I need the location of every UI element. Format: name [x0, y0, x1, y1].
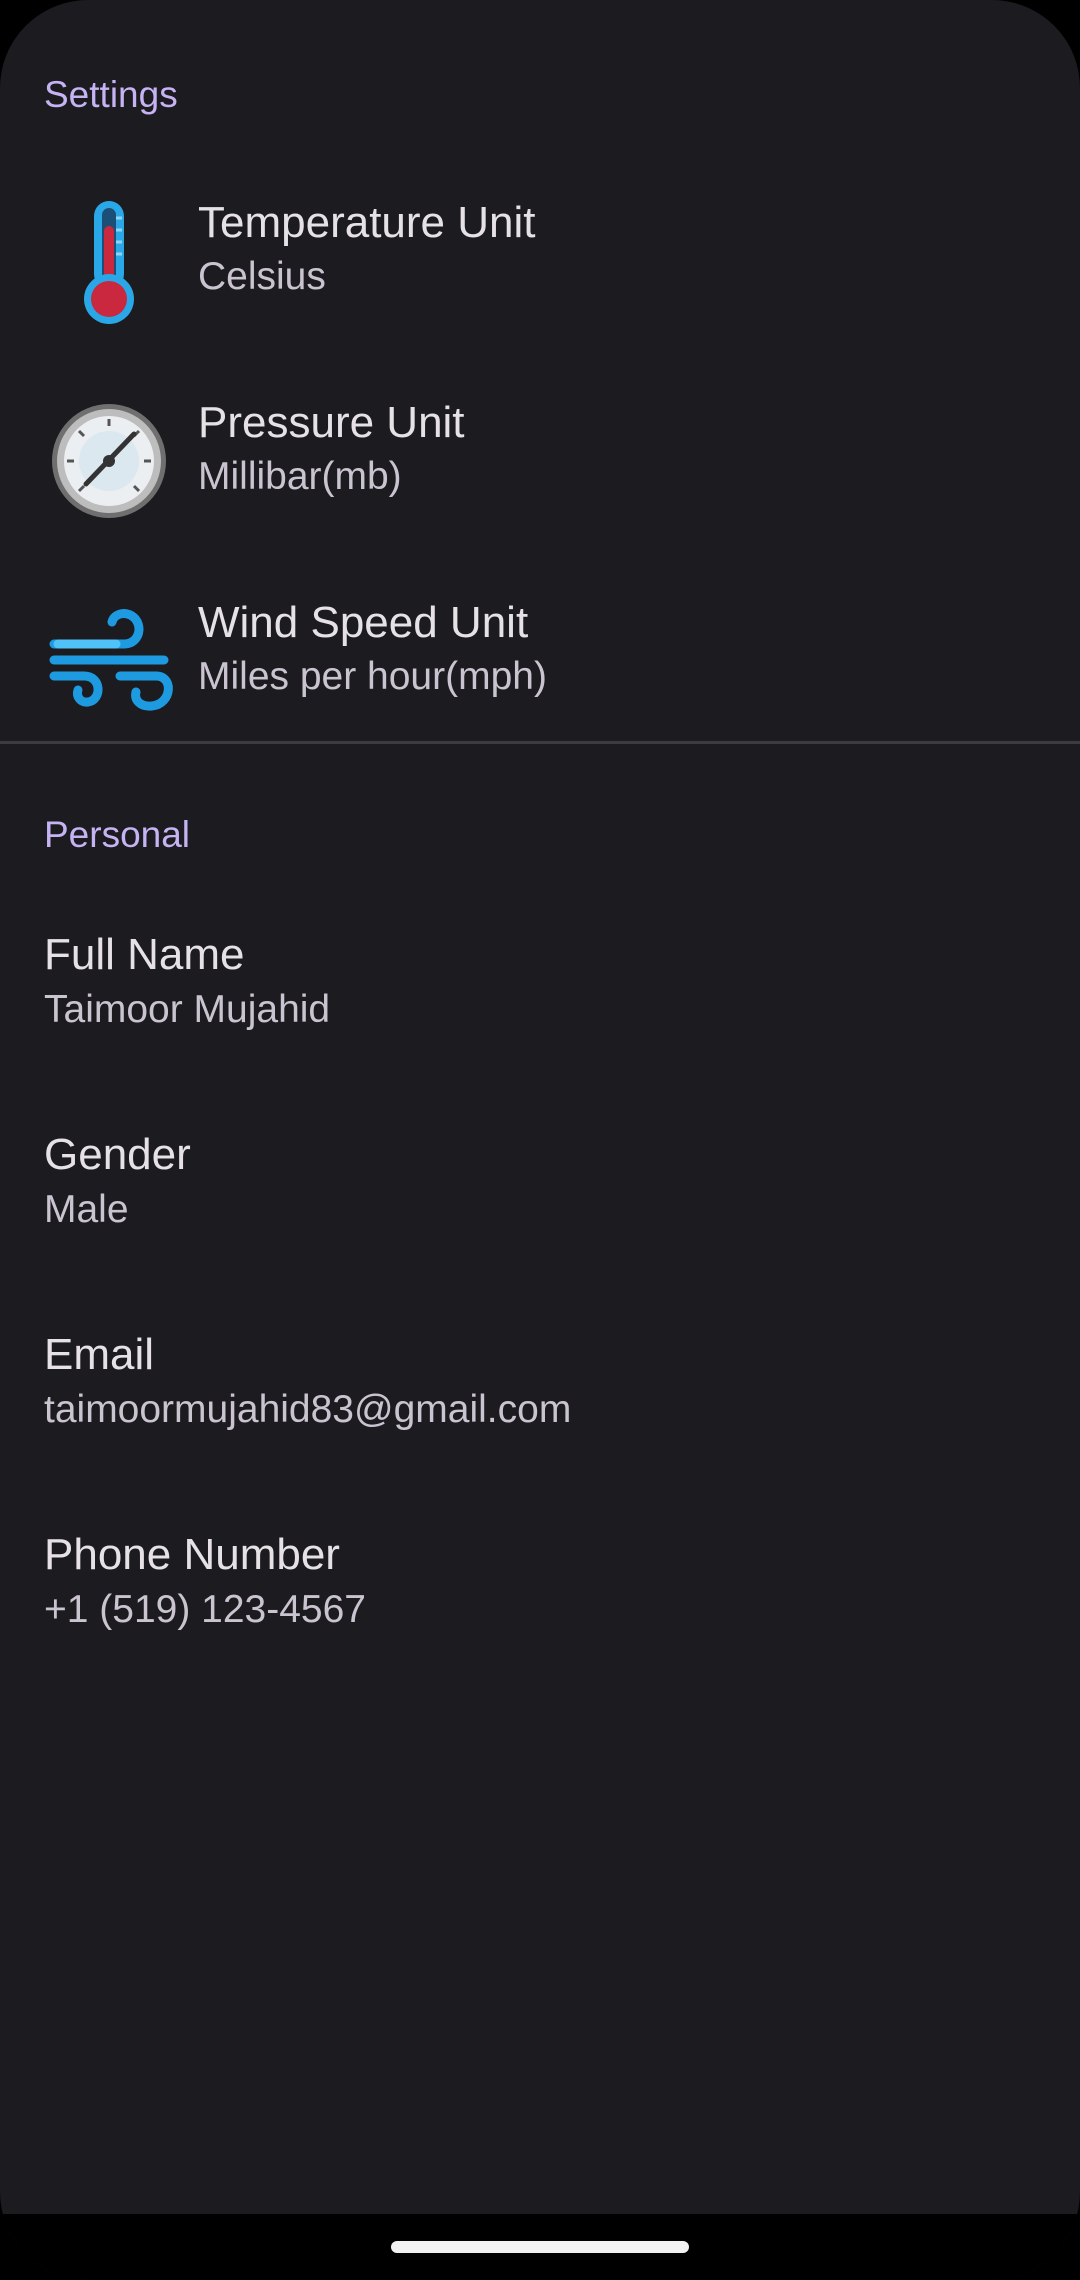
- email-value: taimoormujahid83@gmail.com: [44, 1388, 572, 1431]
- wind-speed-unit-value: Miles per hour(mph): [198, 655, 547, 698]
- pressure-unit-title: Pressure Unit: [198, 398, 465, 447]
- gender-preference[interactable]: Gender Male: [0, 1100, 1080, 1300]
- section-divider: [0, 741, 1080, 744]
- temperature-unit-title: Temperature Unit: [198, 198, 536, 247]
- pressure-unit-preference[interactable]: Pressure Unit Millibar(mb): [0, 360, 1080, 560]
- temperature-unit-preference[interactable]: Temperature Unit Celsius: [0, 160, 1080, 360]
- temperature-unit-value: Celsius: [198, 255, 326, 298]
- gender-value: Male: [44, 1188, 129, 1231]
- wind-speed-unit-title: Wind Speed Unit: [198, 598, 529, 647]
- home-gesture-handle[interactable]: [391, 2241, 689, 2253]
- personal-section-header: Personal: [44, 814, 191, 855]
- thermometer-icon: [44, 196, 174, 326]
- pressure-unit-value: Millibar(mb): [198, 455, 402, 498]
- phone-number-preference[interactable]: Phone Number +1 (519) 123-4567: [0, 1500, 1080, 1700]
- email-preference[interactable]: Email taimoormujahid83@gmail.com: [0, 1300, 1080, 1500]
- pressure-gauge-icon: [44, 396, 174, 526]
- gender-title: Gender: [44, 1130, 191, 1179]
- full-name-title: Full Name: [44, 930, 245, 979]
- phone-number-title: Phone Number: [44, 1530, 340, 1579]
- email-title: Email: [44, 1330, 155, 1379]
- settings-screen: Settings Temperature Unit Celsius Pressu…: [0, 0, 1080, 2280]
- full-name-value: Taimoor Mujahid: [44, 988, 331, 1031]
- phone-number-value: +1 (519) 123-4567: [44, 1588, 366, 1631]
- settings-section-header: Settings: [44, 74, 178, 115]
- wind-icon: [44, 596, 174, 726]
- full-name-preference[interactable]: Full Name Taimoor Mujahid: [0, 900, 1080, 1100]
- wind-speed-unit-preference[interactable]: Wind Speed Unit Miles per hour(mph): [0, 560, 1080, 760]
